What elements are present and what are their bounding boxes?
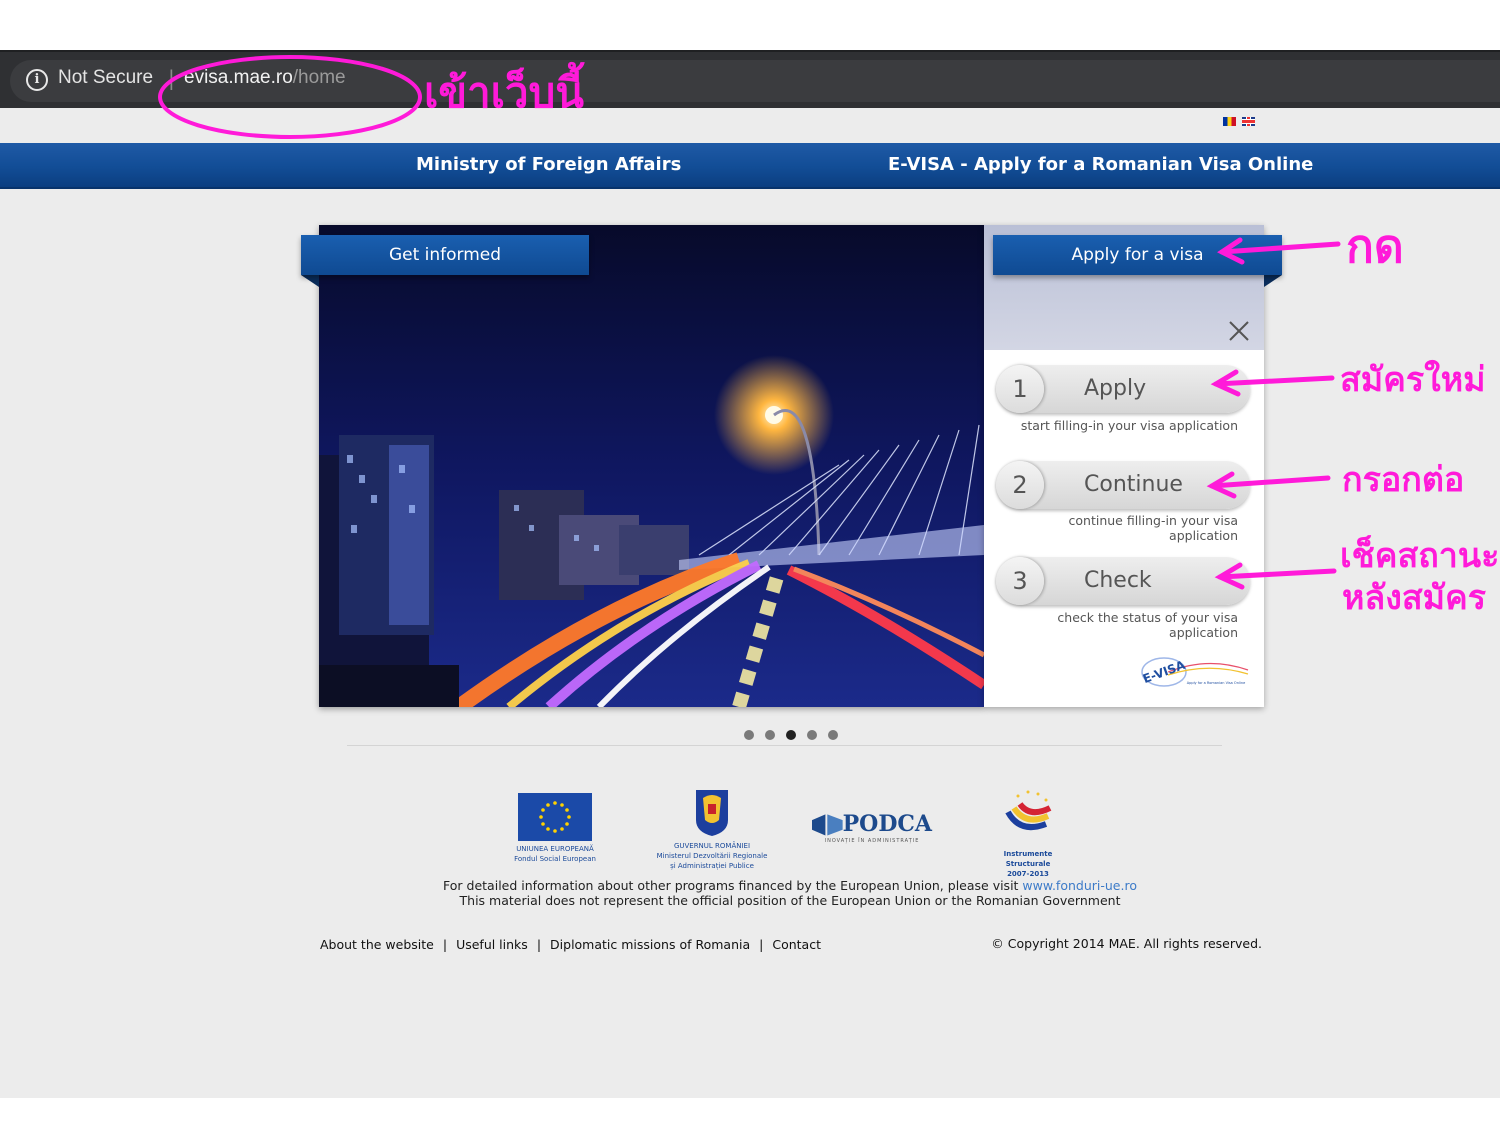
annotation-overlay bbox=[158, 55, 1341, 590]
arrow-annotations bbox=[1206, 237, 1341, 590]
url-circle-annotation bbox=[158, 55, 422, 139]
continue-annotation: กรอกต่อ bbox=[1342, 460, 1465, 500]
new-apply-annotation: สมัครใหม่ bbox=[1340, 360, 1486, 400]
visit-site-annotation: เข้าเว็บนี้ bbox=[424, 68, 584, 117]
press-annotation: กด bbox=[1346, 219, 1404, 273]
check-status-annotation-2: หลังสมัคร bbox=[1342, 578, 1487, 618]
